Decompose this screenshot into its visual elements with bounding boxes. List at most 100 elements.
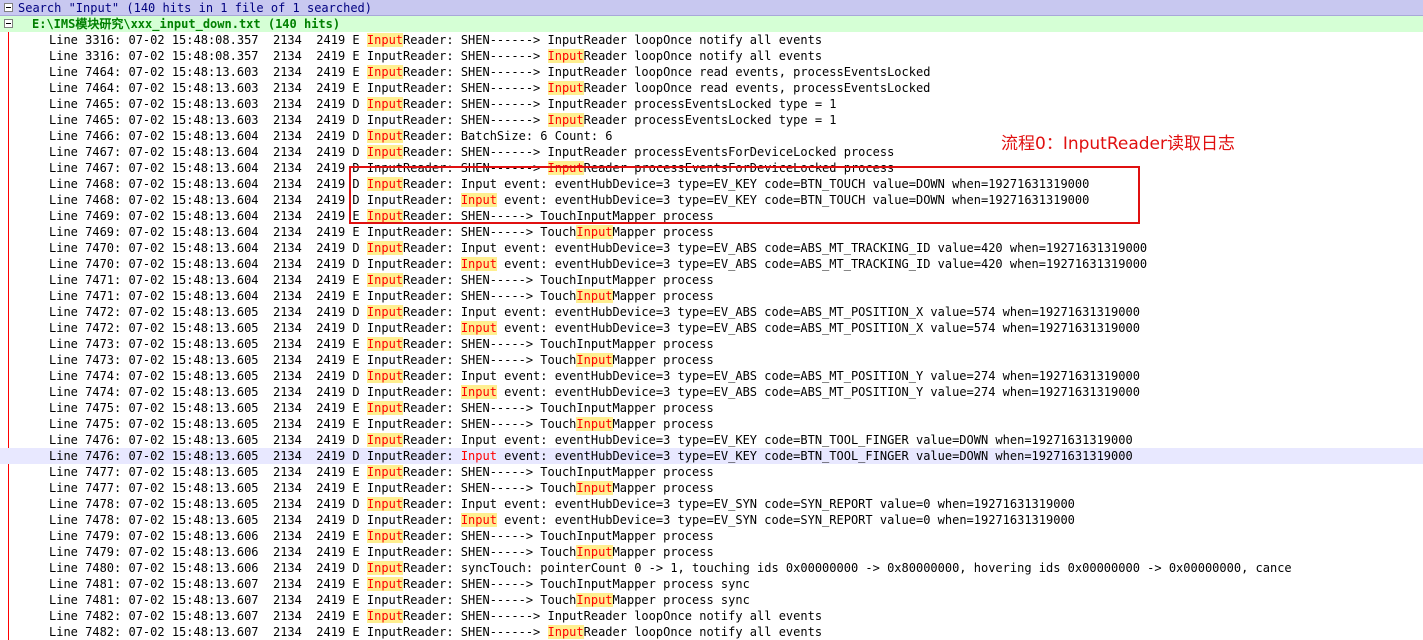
file-result-header[interactable]: E:\IMS模块研究\xxx_input_down.txt (140 hits) (0, 16, 1423, 32)
line-prefix-text: Line 7470: 07-02 15:48:13.604 2134 2419 … (49, 257, 461, 271)
line-prefix-text: Line 7479: 07-02 15:48:13.606 2134 2419 … (49, 529, 367, 543)
search-hit-highlight: Input (460, 321, 497, 335)
line-prefix-text: Line 7479: 07-02 15:48:13.606 2134 2419 … (49, 545, 577, 559)
search-summary-text: Search "Input" (140 hits in 1 file of 1 … (18, 1, 373, 15)
result-line[interactable]: Line 7482: 07-02 15:48:13.607 2134 2419 … (0, 624, 1423, 640)
result-line[interactable]: Line 7479: 07-02 15:48:13.606 2134 2419 … (0, 544, 1423, 560)
annotation-label: 流程0：InputReader读取日志 (1001, 134, 1235, 154)
line-prefix-text: Line 7478: 07-02 15:48:13.605 2134 2419 … (49, 497, 367, 511)
result-line[interactable]: Line 7468: 07-02 15:48:13.604 2134 2419 … (0, 192, 1423, 208)
line-suffix-text: Reader: Input event: eventHubDevice=3 ty… (403, 497, 1075, 511)
line-prefix-text: Line 7468: 07-02 15:48:13.604 2134 2419 … (49, 177, 367, 191)
result-line[interactable]: Line 7471: 07-02 15:48:13.604 2134 2419 … (0, 288, 1423, 304)
result-line[interactable]: Line 7478: 07-02 15:48:13.605 2134 2419 … (0, 512, 1423, 528)
search-hit-highlight: Input (366, 209, 404, 223)
result-line[interactable]: Line 7465: 07-02 15:48:13.603 2134 2419 … (0, 112, 1423, 128)
result-line[interactable]: Line 7475: 07-02 15:48:13.605 2134 2419 … (0, 416, 1423, 432)
search-hit-highlight: Input (366, 241, 404, 255)
search-hit-highlight: Input (460, 193, 497, 207)
line-prefix-text: Line 7476: 07-02 15:48:13.605 2134 2419 … (49, 433, 367, 447)
search-hit-highlight: Input (366, 577, 404, 591)
line-suffix-text: Reader: SHEN-----> TouchInputMapper proc… (403, 401, 714, 415)
minus-box-icon[interactable] (4, 3, 13, 12)
line-prefix-text: Line 7478: 07-02 15:48:13.605 2134 2419 … (49, 513, 461, 527)
result-line[interactable]: Line 7475: 07-02 15:48:13.605 2134 2419 … (0, 400, 1423, 416)
line-prefix-text: Line 7475: 07-02 15:48:13.605 2134 2419 … (49, 417, 577, 431)
result-line[interactable]: Line 7469: 07-02 15:48:13.604 2134 2419 … (0, 208, 1423, 224)
result-line[interactable]: Line 3316: 07-02 15:48:08.357 2134 2419 … (0, 32, 1423, 48)
search-hit-highlight: Input (366, 33, 404, 47)
line-suffix-text: Mapper process (612, 353, 714, 367)
result-line[interactable]: Line 7481: 07-02 15:48:13.607 2134 2419 … (0, 576, 1423, 592)
line-prefix-text: Line 7465: 07-02 15:48:13.603 2134 2419 … (49, 113, 548, 127)
search-hit-highlight: Input (547, 161, 584, 175)
line-suffix-text: event: eventHubDevice=3 type=EV_ABS code… (496, 385, 1140, 399)
result-line[interactable]: Line 7464: 07-02 15:48:13.603 2134 2419 … (0, 80, 1423, 96)
line-prefix-text: Line 7480: 07-02 15:48:13.606 2134 2419 … (49, 561, 367, 575)
line-prefix-text: Line 7472: 07-02 15:48:13.605 2134 2419 … (49, 321, 461, 335)
result-line[interactable]: Line 7474: 07-02 15:48:13.605 2134 2419 … (0, 384, 1423, 400)
search-hit-highlight: Input (547, 81, 584, 95)
line-suffix-text: Reader: SHEN------> InputReader processE… (403, 97, 837, 111)
line-suffix-text: Mapper process (612, 289, 714, 303)
line-suffix-text: event: eventHubDevice=3 type=EV_SYN code… (496, 513, 1075, 527)
line-prefix-text: Line 7481: 07-02 15:48:13.607 2134 2419 … (49, 577, 367, 591)
search-hit-highlight: Input (460, 385, 497, 399)
result-line[interactable]: Line 7471: 07-02 15:48:13.604 2134 2419 … (0, 272, 1423, 288)
result-line[interactable]: Line 7481: 07-02 15:48:13.607 2134 2419 … (0, 592, 1423, 608)
search-hit-highlight: Input (576, 481, 613, 495)
search-summary-header[interactable]: Search "Input" (140 hits in 1 file of 1 … (0, 0, 1423, 16)
search-hit-highlight: Input (366, 529, 404, 543)
line-prefix-text: Line 7475: 07-02 15:48:13.605 2134 2419 … (49, 401, 367, 415)
line-suffix-text: Reader: Input event: eventHubDevice=3 ty… (403, 177, 1090, 191)
result-line[interactable]: Line 7470: 07-02 15:48:13.604 2134 2419 … (0, 240, 1423, 256)
search-hit-highlight: Input (460, 449, 497, 463)
result-line[interactable]: Line 7478: 07-02 15:48:13.605 2134 2419 … (0, 496, 1423, 512)
line-prefix-text: Line 7469: 07-02 15:48:13.604 2134 2419 … (49, 209, 367, 223)
line-suffix-text: Reader processEventsForDeviceLocked proc… (583, 161, 895, 175)
line-prefix-text: Line 7473: 07-02 15:48:13.605 2134 2419 … (49, 353, 577, 367)
search-hit-highlight: Input (366, 65, 404, 79)
result-line[interactable]: Line 7477: 07-02 15:48:13.605 2134 2419 … (0, 464, 1423, 480)
line-prefix-text: Line 7471: 07-02 15:48:13.604 2134 2419 … (49, 273, 367, 287)
search-hit-highlight: Input (547, 113, 584, 127)
result-line[interactable]: Line 7464: 07-02 15:48:13.603 2134 2419 … (0, 64, 1423, 80)
result-line[interactable]: Line 7467: 07-02 15:48:13.604 2134 2419 … (0, 160, 1423, 176)
line-suffix-text: event: eventHubDevice=3 type=EV_KEY code… (496, 193, 1090, 207)
result-line[interactable]: Line 7480: 07-02 15:48:13.606 2134 2419 … (0, 560, 1423, 576)
minus-box-icon[interactable] (4, 19, 13, 28)
result-line[interactable]: Line 7477: 07-02 15:48:13.605 2134 2419 … (0, 480, 1423, 496)
search-hit-highlight: Input (366, 305, 404, 319)
search-hit-highlight: Input (366, 337, 404, 351)
line-suffix-text: event: eventHubDevice=3 type=EV_KEY code… (496, 449, 1133, 463)
line-suffix-text: Reader: SHEN------> InputReader loopOnce… (403, 33, 823, 47)
line-prefix-text: Line 7468: 07-02 15:48:13.604 2134 2419 … (49, 193, 461, 207)
line-prefix-text: Line 3316: 07-02 15:48:08.357 2134 2419 … (49, 49, 548, 63)
result-line[interactable]: Line 7472: 07-02 15:48:13.605 2134 2419 … (0, 304, 1423, 320)
result-line[interactable]: Line 7469: 07-02 15:48:13.604 2134 2419 … (0, 224, 1423, 240)
line-suffix-text: Mapper process (612, 417, 714, 431)
result-line[interactable]: Line 7473: 07-02 15:48:13.605 2134 2419 … (0, 352, 1423, 368)
result-line[interactable]: Line 7473: 07-02 15:48:13.605 2134 2419 … (0, 336, 1423, 352)
line-prefix-text: Line 7464: 07-02 15:48:13.603 2134 2419 … (49, 81, 548, 95)
result-line[interactable]: Line 7479: 07-02 15:48:13.606 2134 2419 … (0, 528, 1423, 544)
line-suffix-text: event: eventHubDevice=3 type=EV_ABS code… (496, 321, 1140, 335)
result-line[interactable]: Line 7472: 07-02 15:48:13.605 2134 2419 … (0, 320, 1423, 336)
result-line[interactable]: Line 7476: 07-02 15:48:13.605 2134 2419 … (0, 432, 1423, 448)
line-prefix-text: Line 7470: 07-02 15:48:13.604 2134 2419 … (49, 241, 367, 255)
result-line[interactable]: Line 7468: 07-02 15:48:13.604 2134 2419 … (0, 176, 1423, 192)
result-line[interactable]: Line 7474: 07-02 15:48:13.605 2134 2419 … (0, 368, 1423, 384)
result-lines: Line 3316: 07-02 15:48:08.357 2134 2419 … (0, 32, 1423, 640)
result-line[interactable]: Line 7476: 07-02 15:48:13.605 2134 2419 … (0, 448, 1423, 464)
search-hit-highlight: Input (366, 433, 404, 447)
result-line[interactable]: Line 3316: 07-02 15:48:08.357 2134 2419 … (0, 48, 1423, 64)
search-hit-highlight: Input (576, 225, 613, 239)
line-prefix-text: Line 7474: 07-02 15:48:13.605 2134 2419 … (49, 385, 461, 399)
search-hit-highlight: Input (547, 625, 584, 639)
line-suffix-text: Reader: Input event: eventHubDevice=3 ty… (403, 369, 1140, 383)
result-line[interactable]: Line 7465: 07-02 15:48:13.603 2134 2419 … (0, 96, 1423, 112)
search-hit-highlight: Input (576, 593, 613, 607)
search-hit-highlight: Input (366, 497, 404, 511)
result-line[interactable]: Line 7482: 07-02 15:48:13.607 2134 2419 … (0, 608, 1423, 624)
result-line[interactable]: Line 7470: 07-02 15:48:13.604 2134 2419 … (0, 256, 1423, 272)
